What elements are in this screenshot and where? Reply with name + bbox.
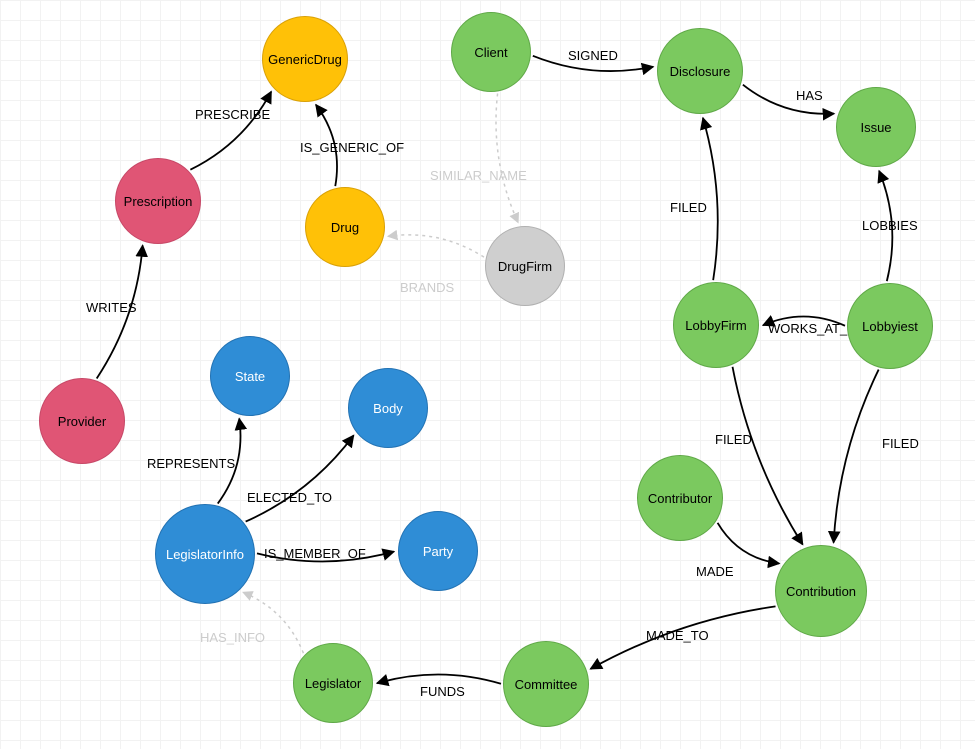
edge-Lobbyiest-Issue [879, 171, 892, 281]
edge-Committee-Legislator [377, 674, 501, 683]
node-lobbyfirm[interactable]: LobbyFirm [673, 282, 759, 368]
node-label: Issue [860, 120, 891, 135]
node-label: LobbyFirm [685, 318, 746, 333]
node-body[interactable]: Body [348, 368, 428, 448]
edge-LobbyFirm-Contribution [733, 367, 803, 545]
node-label: State [235, 369, 265, 384]
node-disclosure[interactable]: Disclosure [657, 28, 743, 114]
node-drugfirm[interactable]: DrugFirm [485, 226, 565, 306]
node-label: Client [474, 45, 507, 60]
edge-LobbyFirm-Disclosure [703, 118, 718, 280]
edge-Drug-GenericDrug [316, 105, 337, 186]
edge-LegislatorInfo-Body [246, 435, 354, 521]
edge-Lobbyiest-LobbyFirm [763, 317, 845, 326]
node-legislator[interactable]: Legislator [293, 643, 373, 723]
node-label: LegislatorInfo [166, 547, 244, 562]
node-label: GenericDrug [268, 52, 342, 67]
node-label: Lobbyiest [862, 319, 918, 334]
node-prescription[interactable]: Prescription [115, 158, 201, 244]
edge-Contribution-Committee [591, 606, 776, 669]
edge-Client-Disclosure [533, 56, 653, 71]
node-committee[interactable]: Committee [503, 641, 589, 727]
edge-Contributor-Contribution [718, 523, 780, 564]
node-provider[interactable]: Provider [39, 378, 125, 464]
edge-Legislator-LegislatorInfo [243, 592, 303, 653]
node-genericdrug[interactable]: GenericDrug [262, 16, 348, 102]
node-legislatorinfo[interactable]: LegislatorInfo [155, 504, 255, 604]
node-contribution[interactable]: Contribution [775, 545, 867, 637]
node-label: Legislator [305, 676, 361, 691]
node-label: Committee [515, 677, 578, 692]
node-lobbyiest[interactable]: Lobbyiest [847, 283, 933, 369]
node-label: Disclosure [670, 64, 731, 79]
node-label: Contributor [648, 491, 712, 506]
node-label: Provider [58, 414, 106, 429]
node-party[interactable]: Party [398, 511, 478, 591]
node-label: Body [373, 401, 403, 416]
node-label: Prescription [124, 194, 193, 209]
edge-Lobbyiest-Contribution [834, 370, 879, 543]
node-label: Drug [331, 220, 359, 235]
node-drug[interactable]: Drug [305, 187, 385, 267]
node-label: Party [423, 544, 453, 559]
edge-Prescription-GenericDrug [190, 92, 271, 170]
graph-edges [0, 0, 975, 749]
edge-Client-DrugFirm [496, 93, 518, 222]
edge-Disclosure-Issue [743, 85, 834, 114]
edge-Provider-Prescription [97, 245, 143, 378]
node-label: Contribution [786, 584, 856, 599]
edge-DrugFirm-Drug [388, 235, 484, 257]
edge-LegislatorInfo-State [218, 419, 241, 504]
node-client[interactable]: Client [451, 12, 531, 92]
node-state[interactable]: State [210, 336, 290, 416]
node-contributor[interactable]: Contributor [637, 455, 723, 541]
node-label: DrugFirm [498, 259, 552, 274]
node-issue[interactable]: Issue [836, 87, 916, 167]
edge-LegislatorInfo-Party [257, 552, 394, 562]
